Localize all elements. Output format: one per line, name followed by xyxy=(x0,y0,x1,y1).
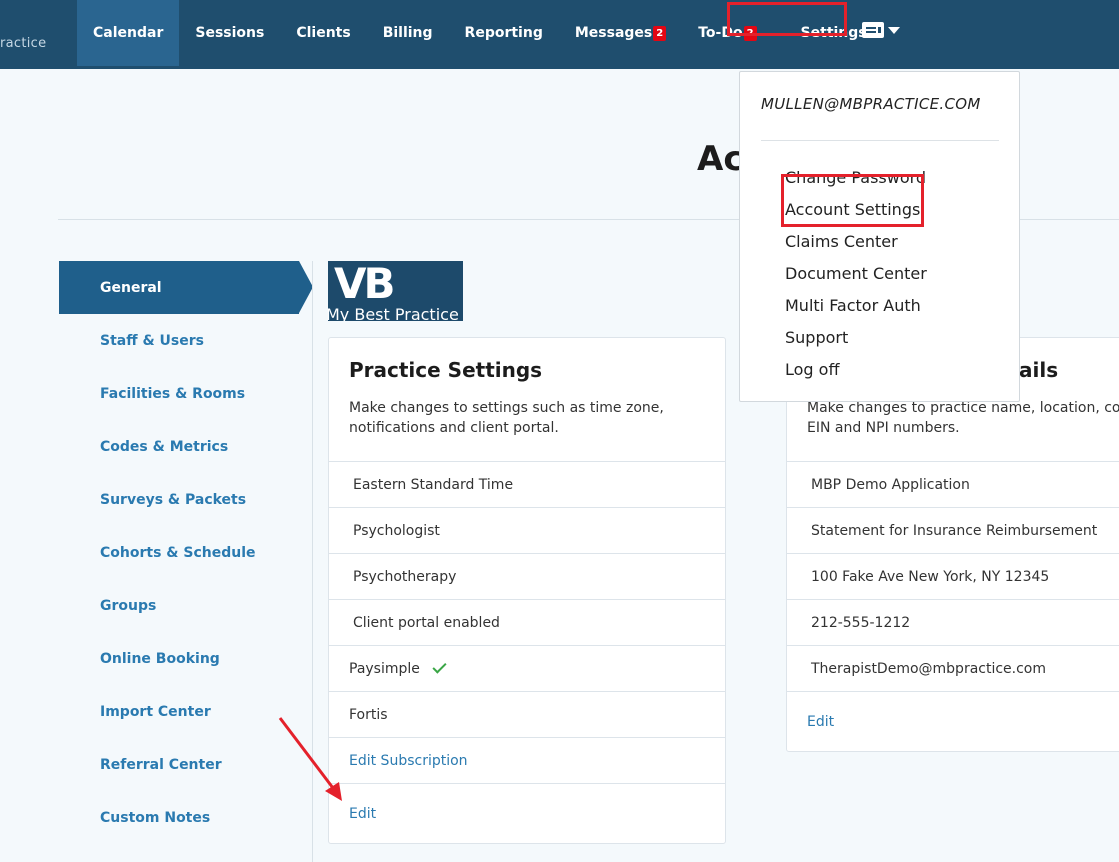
details-edit-row: Edit xyxy=(787,691,1119,751)
menu-item-support[interactable]: Support xyxy=(785,321,927,353)
address-row: 100 Fake Ave New York, NY 12345 xyxy=(787,553,1119,599)
nav-messages[interactable]: Messages 2 xyxy=(559,0,682,66)
settings-dropdown-menu: MULLEN@MBPRACTICE.COM Change Password Ac… xyxy=(739,71,1020,402)
menu-item-claims-center[interactable]: Claims Center xyxy=(785,225,927,257)
top-navbar: ractice Calendar Sessions Clients Billin… xyxy=(0,0,1119,69)
practice-details-edit-link[interactable]: Edit xyxy=(807,714,834,730)
phone-value: 212-555-1212 xyxy=(811,614,911,631)
sidebar-item-surveys-packets[interactable]: Surveys & Packets xyxy=(59,473,313,526)
sidebar-item-staff-users[interactable]: Staff & Users xyxy=(59,314,313,367)
client-portal-value: Client portal enabled xyxy=(353,614,500,631)
fortis-row: Fortis xyxy=(329,691,725,737)
sidebar-item-online-booking[interactable]: Online Booking xyxy=(59,632,313,685)
brand-logo-text[interactable]: ractice xyxy=(0,36,46,51)
sidebar-item-codes-metrics[interactable]: Codes & Metrics xyxy=(59,420,313,473)
paysimple-label: Paysimple xyxy=(349,660,420,677)
page-title: Ac xyxy=(697,139,744,179)
nav-clients-label: Clients xyxy=(296,25,351,41)
nav-billing[interactable]: Billing xyxy=(367,0,449,66)
sidebar-item-cohorts-schedule[interactable]: Cohorts & Schedule xyxy=(59,526,313,579)
provider-type-row: Psychologist xyxy=(329,507,725,553)
logo-text: My Best Practice xyxy=(328,305,459,321)
nav-reporting[interactable]: Reporting xyxy=(449,0,559,66)
client-portal-row: Client portal enabled xyxy=(329,599,725,645)
menu-item-log-off[interactable]: Log off xyxy=(785,353,927,385)
practice-settings-edit-link[interactable]: Edit xyxy=(349,806,376,822)
account-settings-highlight-box xyxy=(781,174,924,227)
logo-mark: VB xyxy=(334,261,396,308)
practice-details-description: Make changes to practice name, location,… xyxy=(807,400,1119,436)
timezone-value: Eastern Standard Time xyxy=(353,476,514,493)
dropdown-divider xyxy=(761,140,999,141)
sidebar-item-facilities-rooms[interactable]: Facilities & Rooms xyxy=(59,367,313,420)
annotation-arrow-icon xyxy=(278,717,342,801)
fortis-label: Fortis xyxy=(349,706,388,723)
email-row: TherapistDemo@mbpractice.com xyxy=(787,645,1119,691)
edit-subscription-link[interactable]: Edit Subscription xyxy=(349,753,468,769)
sidebar-item-general[interactable]: General xyxy=(59,261,313,314)
email-value: TherapistDemo@mbpractice.com xyxy=(811,660,1047,677)
nav-billing-label: Billing xyxy=(382,25,433,41)
timezone-row: Eastern Standard Time xyxy=(329,461,725,507)
checkmark-icon xyxy=(432,658,447,674)
messages-count-badge: 2 xyxy=(653,25,667,41)
menu-item-document-center[interactable]: Document Center xyxy=(785,257,927,289)
paysimple-row: Paysimple xyxy=(329,645,725,691)
user-email: MULLEN@MBPRACTICE.COM xyxy=(761,95,981,113)
nav-sessions[interactable]: Sessions xyxy=(179,0,280,66)
nav-reporting-label: Reporting xyxy=(464,25,543,41)
nav-messages-label: Messages xyxy=(574,25,653,41)
settings-highlight-box xyxy=(727,2,847,36)
practice-settings-description: Make changes to settings such as time zo… xyxy=(349,400,664,436)
practice-logo: VB My Best Practice xyxy=(328,261,463,321)
edit-row: Edit xyxy=(329,783,725,843)
nav-calendar-label: Calendar xyxy=(93,25,164,41)
edit-subscription-row: Edit Subscription xyxy=(329,737,725,783)
practice-settings-title: Practice Settings xyxy=(349,358,543,382)
nav-sessions-label: Sessions xyxy=(195,25,265,41)
practice-settings-card: Practice Settings Make changes to settin… xyxy=(328,337,726,844)
nav-calendar[interactable]: Calendar xyxy=(77,0,180,66)
practice-name-value: MBP Demo Application xyxy=(811,476,970,493)
practice-details-title-text: ails xyxy=(1019,358,1059,382)
phone-row: 212-555-1212 xyxy=(787,599,1119,645)
statement-value: Statement for Insurance Reimbursement xyxy=(811,522,1098,539)
user-menu-button[interactable] xyxy=(862,22,900,38)
service-type-value: Psychotherapy xyxy=(353,568,457,585)
provider-type-value: Psychologist xyxy=(353,522,440,539)
address-value: 100 Fake Ave New York, NY 12345 xyxy=(811,568,1050,585)
sidebar-item-groups[interactable]: Groups xyxy=(59,579,313,632)
practice-name-row: MBP Demo Application xyxy=(787,461,1119,507)
statement-row: Statement for Insurance Reimbursement xyxy=(787,507,1119,553)
id-card-icon xyxy=(862,22,884,38)
caret-down-icon xyxy=(888,26,900,34)
menu-item-multi-factor-auth[interactable]: Multi Factor Auth xyxy=(785,289,927,321)
service-type-row: Psychotherapy xyxy=(329,553,725,599)
nav-clients[interactable]: Clients xyxy=(280,0,366,66)
